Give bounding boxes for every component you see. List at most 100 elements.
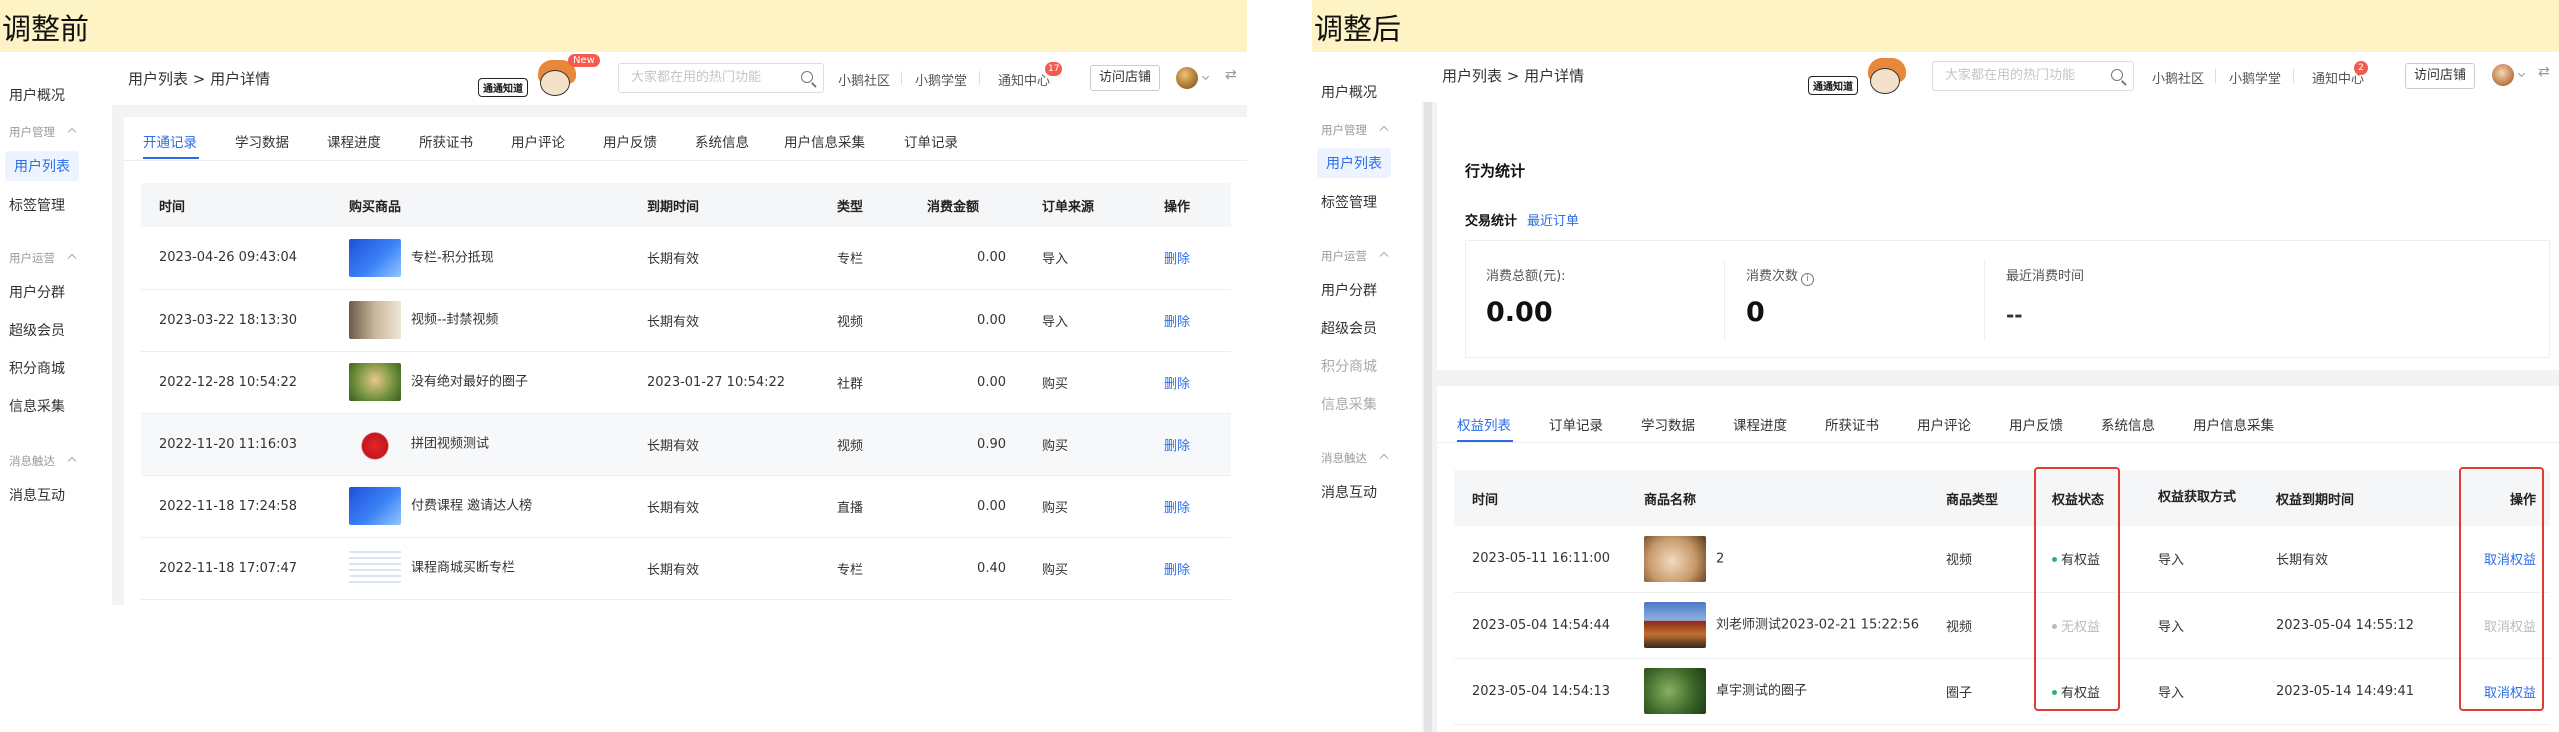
avatar[interactable] [2492, 64, 2514, 86]
cell-type: 专栏 [819, 227, 909, 290]
tab-user-comments[interactable]: 用户评论 [1917, 414, 1971, 434]
active-tab-indicator [143, 157, 199, 159]
cell-product[interactable]: 付费课程 邀请达人榜 [331, 475, 629, 538]
tab-certificates[interactable]: 所获证书 [419, 131, 473, 151]
tab-info-collection[interactable]: 用户信息采集 [784, 131, 865, 151]
delete-link[interactable]: 删除 [1164, 563, 1190, 578]
notify-count-badge: 17 [1045, 62, 1063, 76]
cell-method: 导入 [2140, 592, 2258, 659]
tab-system-info[interactable]: 系统信息 [695, 131, 749, 151]
tab-course-progress[interactable]: 课程进度 [327, 131, 381, 151]
tab-user-comments[interactable]: 用户评论 [511, 131, 565, 151]
sidebar-item-user-list[interactable]: 用户列表 [5, 151, 79, 181]
cell-expire: 长期有效 [629, 289, 819, 352]
cell-product[interactable]: 没有绝对最好的圈子 [331, 351, 629, 414]
sidebar-group-user-mgmt[interactable]: 用户管理 [9, 124, 77, 140]
sidebar-item-overview[interactable]: 用户概况 [9, 85, 65, 105]
cell-source: 购买 [1024, 351, 1146, 414]
notice-mascot[interactable]: 通通知道 [1808, 52, 1928, 98]
sidebar-group-user-ops[interactable]: 用户运营 [9, 250, 77, 266]
recent-orders-link[interactable]: 最近订单 [1527, 210, 1579, 229]
cell-time: 2022-11-18 17:24:58 [141, 475, 331, 538]
switch-icon[interactable]: ⇄ [2538, 64, 2550, 80]
breadcrumb[interactable]: 用户列表 > 用户详情 [128, 68, 270, 89]
tab-benefit-list[interactable]: 权益列表 [1457, 414, 1511, 434]
search-icon[interactable] [2111, 69, 2123, 81]
tab-info-collection[interactable]: 用户信息采集 [2193, 414, 2274, 434]
search-icon[interactable] [801, 71, 813, 83]
cell-product[interactable]: 课程商城买断专栏 [331, 537, 629, 600]
cell-expire: 2023-05-14 14:49:41 [2258, 658, 2450, 725]
cell-source: 购买 [1024, 413, 1146, 476]
avatar[interactable] [1176, 67, 1198, 89]
sidebar-group-user-ops[interactable]: 用户运营 [1321, 248, 1389, 264]
sidebar-group-user-mgmt[interactable]: 用户管理 [1321, 122, 1389, 138]
sidebar-item-info-collect[interactable]: 信息采集 [1321, 394, 1377, 414]
cell-product[interactable]: 卓宇测试的圈子 [1626, 658, 1928, 725]
delete-link[interactable]: 删除 [1164, 377, 1190, 392]
sidebar-item-super-member[interactable]: 超级会员 [9, 320, 65, 340]
sidebar: 用户概况 用户管理 用户列表 标签管理 用户运营 用户分群 超级会员 积分商城 … [1312, 52, 1422, 732]
sidebar-item-super-member[interactable]: 超级会员 [1321, 318, 1377, 338]
cell-product[interactable]: 专栏-积分抵现 [331, 227, 629, 290]
product-thumbnail [1644, 535, 1706, 582]
sidebar-group-messaging[interactable]: 消息触达 [9, 453, 77, 469]
tab-open-records[interactable]: 开通记录 [143, 131, 197, 151]
nav-community-link[interactable]: 小鹅社区 [2152, 68, 2204, 87]
info-icon[interactable]: i [1801, 273, 1815, 286]
nav-notify-link[interactable]: 通知中心 [998, 70, 1050, 89]
sidebar-item-segments[interactable]: 用户分群 [9, 282, 65, 302]
tab-learning-data[interactable]: 学习数据 [235, 131, 289, 151]
tab-system-info[interactable]: 系统信息 [2101, 414, 2155, 434]
sidebar-item-points-mall[interactable]: 积分商城 [1321, 356, 1377, 376]
tab-order-records[interactable]: 订单记录 [1549, 414, 1603, 434]
cell-source: 导入 [1024, 227, 1146, 290]
sidebar-item-tag-mgmt[interactable]: 标签管理 [1321, 192, 1377, 212]
delete-link[interactable]: 删除 [1164, 501, 1190, 516]
table-row: 2023-03-22 18:13:30 视频--封禁视频 长期有效 视频 0.0… [141, 289, 1231, 352]
delete-link[interactable]: 删除 [1164, 252, 1190, 267]
scrollbar[interactable] [1424, 102, 1432, 732]
notice-mascot[interactable]: 通通知道 New [478, 54, 600, 100]
breadcrumb[interactable]: 用户列表 > 用户详情 [1442, 65, 1584, 86]
trade-stats-box: 消费总额(元): 0.00 消费次数 i 0 最近消费时间 -- [1465, 240, 2550, 358]
sidebar-item-message-interaction[interactable]: 消息互动 [1321, 482, 1377, 502]
product-name: 拼团视频测试 [411, 436, 490, 452]
tab-learning-data[interactable]: 学习数据 [1641, 414, 1695, 434]
sidebar-item-user-list[interactable]: 用户列表 [1317, 148, 1391, 178]
visit-store-button[interactable]: 访问店铺 [2405, 63, 2476, 89]
before-panel: 调整前 用户概况 用户管理 用户列表 标签管理 用户运营 用户分群 超级会员 积… [0, 0, 1247, 732]
search-input[interactable] [631, 70, 795, 85]
switch-icon[interactable]: ⇄ [1225, 67, 1237, 83]
sidebar-item-overview[interactable]: 用户概况 [1321, 82, 1377, 102]
delete-link[interactable]: 删除 [1164, 315, 1190, 330]
cell-source: 购买 [1024, 475, 1146, 538]
nav-academy-link[interactable]: 小鹅学堂 [2229, 68, 2281, 87]
trade-stats-title: 交易统计 [1465, 214, 1518, 229]
cell-product[interactable]: 2 [1626, 526, 1928, 593]
cell-product[interactable]: 拼团视频测试 [331, 413, 629, 476]
tab-user-feedback[interactable]: 用户反馈 [603, 131, 657, 151]
cell-time: 2023-03-22 18:13:30 [141, 289, 331, 352]
sidebar-item-segments[interactable]: 用户分群 [1321, 280, 1377, 300]
tab-course-progress[interactable]: 课程进度 [1733, 414, 1787, 434]
search-box[interactable] [1932, 61, 2134, 91]
sidebar-item-tag-mgmt[interactable]: 标签管理 [9, 195, 65, 215]
visit-store-button[interactable]: 访问店铺 [1090, 65, 1161, 91]
product-thumbnail [349, 301, 401, 339]
tab-user-feedback[interactable]: 用户反馈 [2009, 414, 2063, 434]
tab-order-records[interactable]: 订单记录 [904, 131, 958, 151]
sidebar-item-message-interaction[interactable]: 消息互动 [9, 485, 65, 505]
tab-certificates[interactable]: 所获证书 [1825, 414, 1879, 434]
table-header-row: 时间 商品名称 商品类型 权益状态 权益获取方式 权益到期时间 操作 [1454, 470, 2550, 526]
cell-product[interactable]: 刘老师测试2023-02-21 15:22:56 [1626, 592, 1928, 659]
sidebar-group-messaging[interactable]: 消息触达 [1321, 450, 1389, 466]
cell-product[interactable]: 视频--封禁视频 [331, 289, 629, 352]
delete-link[interactable]: 删除 [1164, 439, 1190, 454]
sidebar-item-points-mall[interactable]: 积分商城 [9, 358, 65, 378]
search-input[interactable] [1945, 68, 2105, 83]
search-box[interactable] [618, 63, 824, 93]
sidebar-item-info-collect[interactable]: 信息采集 [9, 396, 65, 416]
nav-academy-link[interactable]: 小鹅学堂 [915, 70, 967, 89]
nav-community-link[interactable]: 小鹅社区 [838, 70, 890, 89]
